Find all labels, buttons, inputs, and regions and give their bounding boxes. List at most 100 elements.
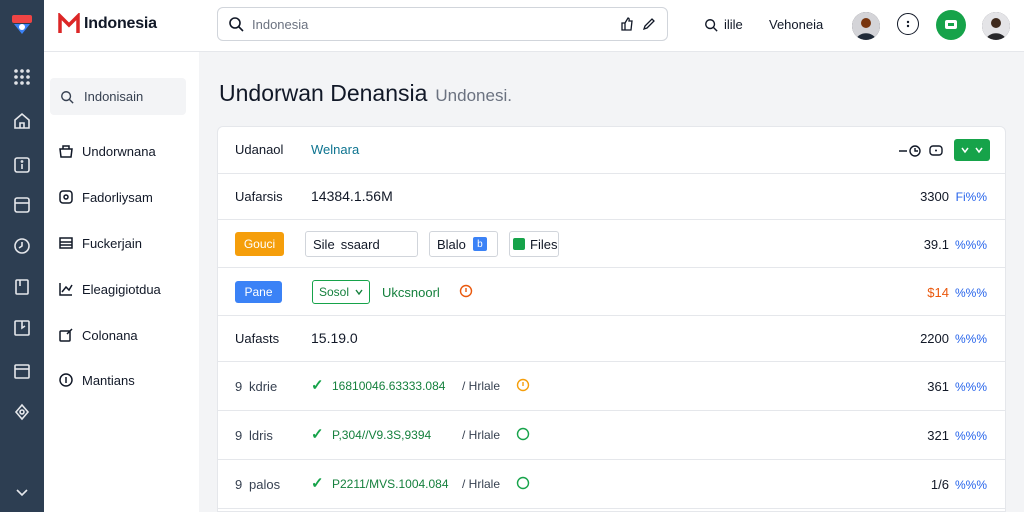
page-heading: Undorwan Denansia <box>219 80 428 106</box>
row-label: Uafarsis <box>235 189 283 204</box>
row-amount: 361 <box>927 379 949 394</box>
user-avatar[interactable] <box>982 12 1010 40</box>
sidebar-item-label: Fuckerjain <box>82 235 142 251</box>
collapse-chevron-icon[interactable] <box>12 482 32 502</box>
app-logo-icon[interactable] <box>8 10 36 38</box>
sidebar-search-label: Indonisain <box>84 89 144 104</box>
thumb-up-icon[interactable] <box>619 16 635 32</box>
row-text-tail: / Hrlale <box>462 379 501 393</box>
comment-icon[interactable] <box>929 144 943 158</box>
table-row[interactable]: 9 palos ✓ P2211/MVS.1004.084 / Hrlale 1/… <box>218 460 1005 509</box>
action-button[interactable]: Pane <box>235 281 282 303</box>
row-amount: 2200 <box>920 331 949 346</box>
brand-name: Indonesia <box>84 15 157 32</box>
row-label: kdrie <box>249 379 278 394</box>
row-value: 14384.1.56M <box>311 188 393 204</box>
check-icon: ✓ <box>311 426 324 443</box>
brand-logo-icon <box>58 13 80 33</box>
help-icon[interactable] <box>897 13 919 35</box>
search-placeholder: Indonesia <box>252 17 309 32</box>
check-icon: ✓ <box>311 475 324 492</box>
page-subtitle: Undonesi. <box>435 86 512 105</box>
chevron-down-icon <box>975 147 983 154</box>
row-amount: $14 <box>927 285 949 300</box>
sidebar-item-label: Mantians <box>82 372 135 388</box>
row-percent: %%% <box>954 286 987 300</box>
row-text: P,304//V9.3S,9394 <box>332 428 432 442</box>
table-row[interactable]: Uafasts 15.19.0 2200 %%% <box>218 316 1005 362</box>
action-button[interactable]: Gouci <box>235 232 284 256</box>
refresh-icon[interactable] <box>908 144 922 158</box>
sidebar-item-label: Undorwnana <box>82 143 156 159</box>
sidebar-item-5[interactable]: Colonana <box>58 327 138 343</box>
file-attachment[interactable]: Files <box>509 231 559 257</box>
row-value: 15.19.0 <box>311 330 358 346</box>
table-row[interactable]: 9 ldris ✓ P,304//V9.3S,9394 / Hrlale 321… <box>218 411 1005 460</box>
table-header: Udanaol Welnara <box>218 127 1005 174</box>
clock-icon[interactable] <box>12 236 32 256</box>
tag-field[interactable]: Blalo b <box>429 231 498 257</box>
table-row[interactable]: Gouci Sile ssaard Blalo b Files 39.1 %%% <box>218 220 1005 268</box>
edit-icon <box>59 328 73 342</box>
top-bar: Indonesia Indonesia ilile Vehoneia <box>44 0 1024 52</box>
settings-icon[interactable] <box>12 402 32 422</box>
table-row[interactable]: Pane Sosol Ukcsnoorl $14 %%% <box>218 268 1005 316</box>
status-select[interactable]: Sosol <box>312 280 371 304</box>
row-number: 9 <box>235 428 243 443</box>
calendar-icon[interactable] <box>12 361 32 381</box>
check-icon: ✓ <box>311 377 324 394</box>
search-icon <box>61 91 74 104</box>
search-icon <box>229 17 244 32</box>
status-ok-icon <box>516 427 530 441</box>
sidebar-item-3[interactable]: Fuckerjain <box>58 235 142 251</box>
table-row[interactable]: 9 kdrie ✓ 16810046.63333.084 / Hrlale 36… <box>218 362 1005 411</box>
status-ok-icon <box>516 476 530 490</box>
sidebar-item-6[interactable]: Mantians <box>58 372 135 388</box>
row-number: 9 <box>235 477 243 492</box>
row-amount: 39.1 <box>923 237 949 252</box>
dash-icon <box>899 150 907 152</box>
grid-icon[interactable] <box>12 67 32 87</box>
brand[interactable]: Indonesia <box>58 13 157 35</box>
sidebar-item-1[interactable]: Undorwnana <box>58 143 156 159</box>
row-percent: %%% <box>954 478 987 492</box>
topbar-link-label: ilile <box>724 17 743 32</box>
topbar-search-link[interactable]: ilile <box>704 17 743 32</box>
row-percent: Fi%% <box>955 190 987 204</box>
chat-button[interactable] <box>936 10 966 40</box>
global-search-input[interactable]: Indonesia <box>217 7 668 41</box>
sidebar-item-label: Eleagigiotdua <box>82 281 161 297</box>
approve-button[interactable] <box>954 139 990 161</box>
text-field[interactable]: Sile ssaard <box>305 231 418 257</box>
chevron-down-icon <box>961 147 969 154</box>
field-value: ssaard <box>340 236 380 252</box>
sidebar: Indonisain Undorwnana Fadorliysam Fucker… <box>44 52 199 512</box>
topbar-link[interactable]: Vehoneia <box>769 17 823 32</box>
bookmark-icon[interactable] <box>12 318 32 338</box>
sidebar-item-4[interactable]: Eleagigiotdua <box>58 281 161 297</box>
home-icon[interactable] <box>12 111 32 131</box>
row-percent: %%% <box>954 380 987 394</box>
table-row[interactable]: Uafarsis 14384.1.56M 3300 Fi%% <box>218 174 1005 220</box>
tag-field-label: Blalo <box>437 236 466 252</box>
app-rail <box>0 0 44 512</box>
search-icon <box>705 18 718 32</box>
row-percent: %%% <box>954 429 987 443</box>
info-icon[interactable] <box>12 155 32 175</box>
row-number: 9 <box>235 379 243 394</box>
warning-icon <box>516 378 530 392</box>
sidebar-item-2[interactable]: Fadorliysam <box>58 189 153 205</box>
alert-icon <box>459 284 473 298</box>
document-icon[interactable] <box>12 277 32 297</box>
chart-icon <box>59 283 73 296</box>
row-text-tail: / Hrlale <box>462 428 501 442</box>
sidebar-item-label: Colonana <box>82 327 138 343</box>
column-header-link[interactable]: Welnara <box>311 142 359 157</box>
sidebar-search[interactable]: Indonisain <box>50 78 186 115</box>
row-link[interactable]: Ukcsnoorl <box>382 285 440 300</box>
data-table: Udanaol Welnara Uafarsis 14384.1.56M 330… <box>217 126 1006 512</box>
avatar[interactable] <box>852 12 880 40</box>
pen-icon[interactable] <box>641 16 657 32</box>
inbox-icon[interactable] <box>12 195 32 215</box>
row-label: Uafasts <box>235 331 280 346</box>
